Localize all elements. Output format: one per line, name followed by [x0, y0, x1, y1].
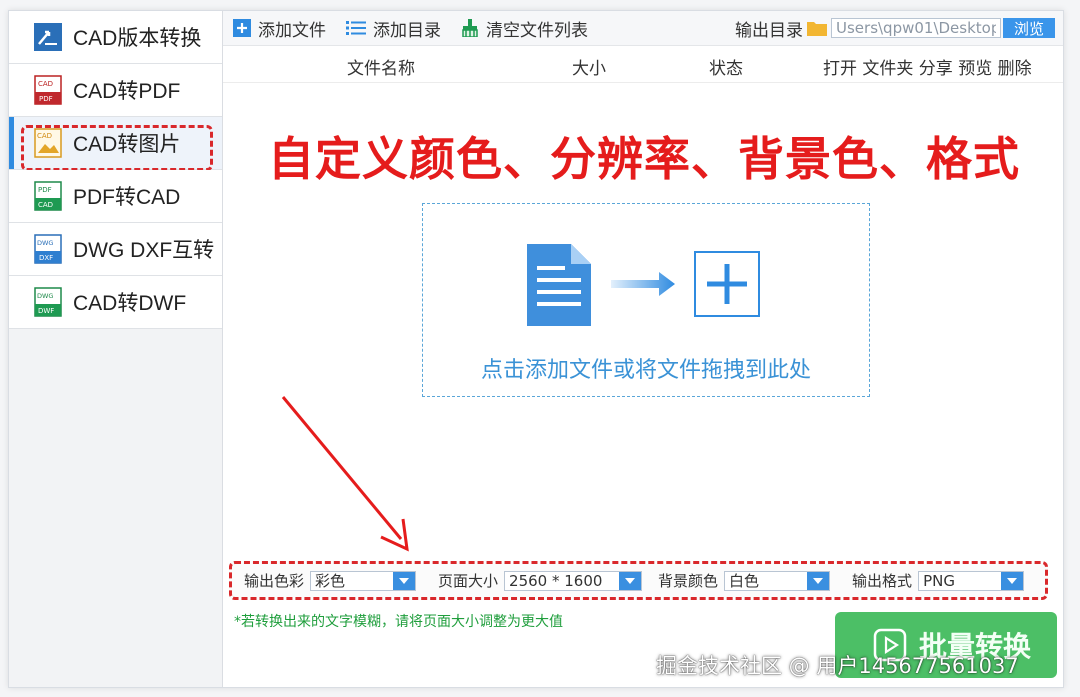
background-color-value: 白色: [729, 572, 760, 590]
output-color-value: 彩色: [315, 572, 346, 590]
chevron-down-icon: [393, 571, 416, 590]
sidebar-item-cad-to-image[interactable]: CAD CAD转图片: [9, 117, 222, 171]
svg-text:CAD: CAD: [38, 201, 53, 209]
drop-zone-text: 点击添加文件或将文件拖拽到此处: [480, 358, 811, 383]
chevron-down-icon: [1001, 571, 1024, 590]
svg-text:DXF: DXF: [39, 254, 53, 262]
cad-to-dwf-icon: DWG DWF: [34, 287, 62, 317]
sidebar-item-label: CAD转图片: [73, 133, 181, 156]
sidebar-item-cad-version[interactable]: CAD版本转换: [9, 11, 222, 64]
page-size-select[interactable]: 2560 * 1600: [504, 570, 643, 591]
sidebar-item-cad-to-pdf[interactable]: CAD PDF CAD转PDF: [9, 64, 222, 117]
sidebar-item-label: CAD版本转换: [73, 27, 202, 50]
output-options-bar: 输出色彩 彩色 页面大小 2560 * 1600 背景颜色 白色 输出格式 PN…: [229, 561, 1048, 600]
output-color-label: 输出色彩: [244, 572, 305, 590]
folder-icon[interactable]: [807, 20, 827, 36]
page-size-label: 页面大小: [438, 572, 499, 590]
page-size-value: 2560 * 1600: [509, 571, 603, 590]
background-color-label: 背景颜色: [658, 572, 719, 590]
output-dir-group: 输出目录 浏览: [735, 16, 1055, 41]
cad-version-icon: [34, 23, 62, 51]
chevron-down-icon: [807, 571, 830, 590]
svg-text:DWG: DWG: [37, 292, 53, 300]
sidebar: CAD版本转换 CAD PDF CAD转PDF CAD CAD转图片 PDF C…: [9, 11, 223, 687]
list-icon: [346, 21, 366, 35]
add-file-label: 添加文件: [258, 20, 326, 41]
file-drop-zone[interactable]: 点击添加文件或将文件拖拽到此处: [422, 203, 870, 397]
svg-text:DWF: DWF: [38, 307, 54, 315]
cad-to-pdf-icon: CAD PDF: [34, 75, 62, 105]
output-format-label: 输出格式: [852, 572, 913, 590]
toolbar: 添加文件 添加目录 清空文件列表 输出目录 浏览: [223, 11, 1063, 46]
clear-list-button[interactable]: 清空文件列表: [461, 16, 588, 41]
sidebar-item-cad-to-dwf[interactable]: DWG DWF CAD转DWF: [9, 276, 222, 329]
output-dir-label: 输出目录: [735, 20, 803, 41]
annotation-headline: 自定义颜色、分辨率、背景色、格式: [268, 132, 1020, 186]
sidebar-item-label: PDF转CAD: [73, 186, 181, 209]
output-format-value: PNG: [923, 571, 955, 590]
add-file-icon: [233, 19, 251, 37]
column-size: 大小: [572, 59, 606, 79]
annotation-arrow: [281, 396, 409, 552]
svg-text:PDF: PDF: [38, 186, 52, 194]
sidebar-item-label: CAD转DWF: [73, 292, 187, 315]
output-color-select[interactable]: 彩色: [310, 570, 417, 591]
output-path-input[interactable]: [831, 18, 1001, 38]
cad-to-image-icon: CAD: [34, 128, 62, 158]
add-file-button[interactable]: 添加文件: [233, 16, 326, 41]
svg-text:CAD: CAD: [38, 80, 53, 88]
sidebar-item-dwg-dxf[interactable]: DWG DXF DWG DXF互转: [9, 223, 222, 276]
watermark-text: 掘金技术社区 @ 用户145677561037: [656, 654, 1019, 678]
sidebar-item-pdf-to-cad[interactable]: PDF CAD PDF转CAD: [9, 170, 222, 223]
document-to-add-icon: [527, 244, 760, 326]
browse-button[interactable]: 浏览: [1003, 18, 1055, 38]
column-file-name: 文件名称: [347, 59, 415, 79]
broom-icon: [462, 19, 478, 37]
svg-text:DWG: DWG: [37, 239, 53, 247]
clear-list-label: 清空文件列表: [486, 20, 588, 41]
pdf-to-cad-icon: PDF CAD: [34, 181, 62, 211]
file-table-header: 文件名称 大小 状态 打开 文件夹 分享 预览 删除: [223, 46, 1063, 83]
sidebar-item-label: DWG DXF互转: [73, 239, 215, 262]
sidebar-item-label: CAD转PDF: [73, 80, 181, 103]
chevron-down-icon: [619, 571, 642, 590]
dwg-dxf-icon: DWG DXF: [34, 234, 62, 264]
output-format-select[interactable]: PNG: [918, 570, 1025, 591]
blur-hint-text: *若转换出来的文字模糊，请将页面大小调整为更大值: [234, 614, 563, 630]
add-folder-button[interactable]: 添加目录: [346, 16, 441, 41]
svg-text:CAD: CAD: [37, 132, 52, 140]
background-color-select[interactable]: 白色: [724, 570, 831, 591]
column-status: 状态: [709, 59, 743, 79]
app-window: CAD版本转换 CAD PDF CAD转PDF CAD CAD转图片 PDF C…: [8, 10, 1064, 688]
svg-text:PDF: PDF: [39, 95, 53, 103]
column-actions: 打开 文件夹 分享 预览 删除: [823, 59, 1032, 79]
add-folder-label: 添加目录: [373, 20, 441, 41]
